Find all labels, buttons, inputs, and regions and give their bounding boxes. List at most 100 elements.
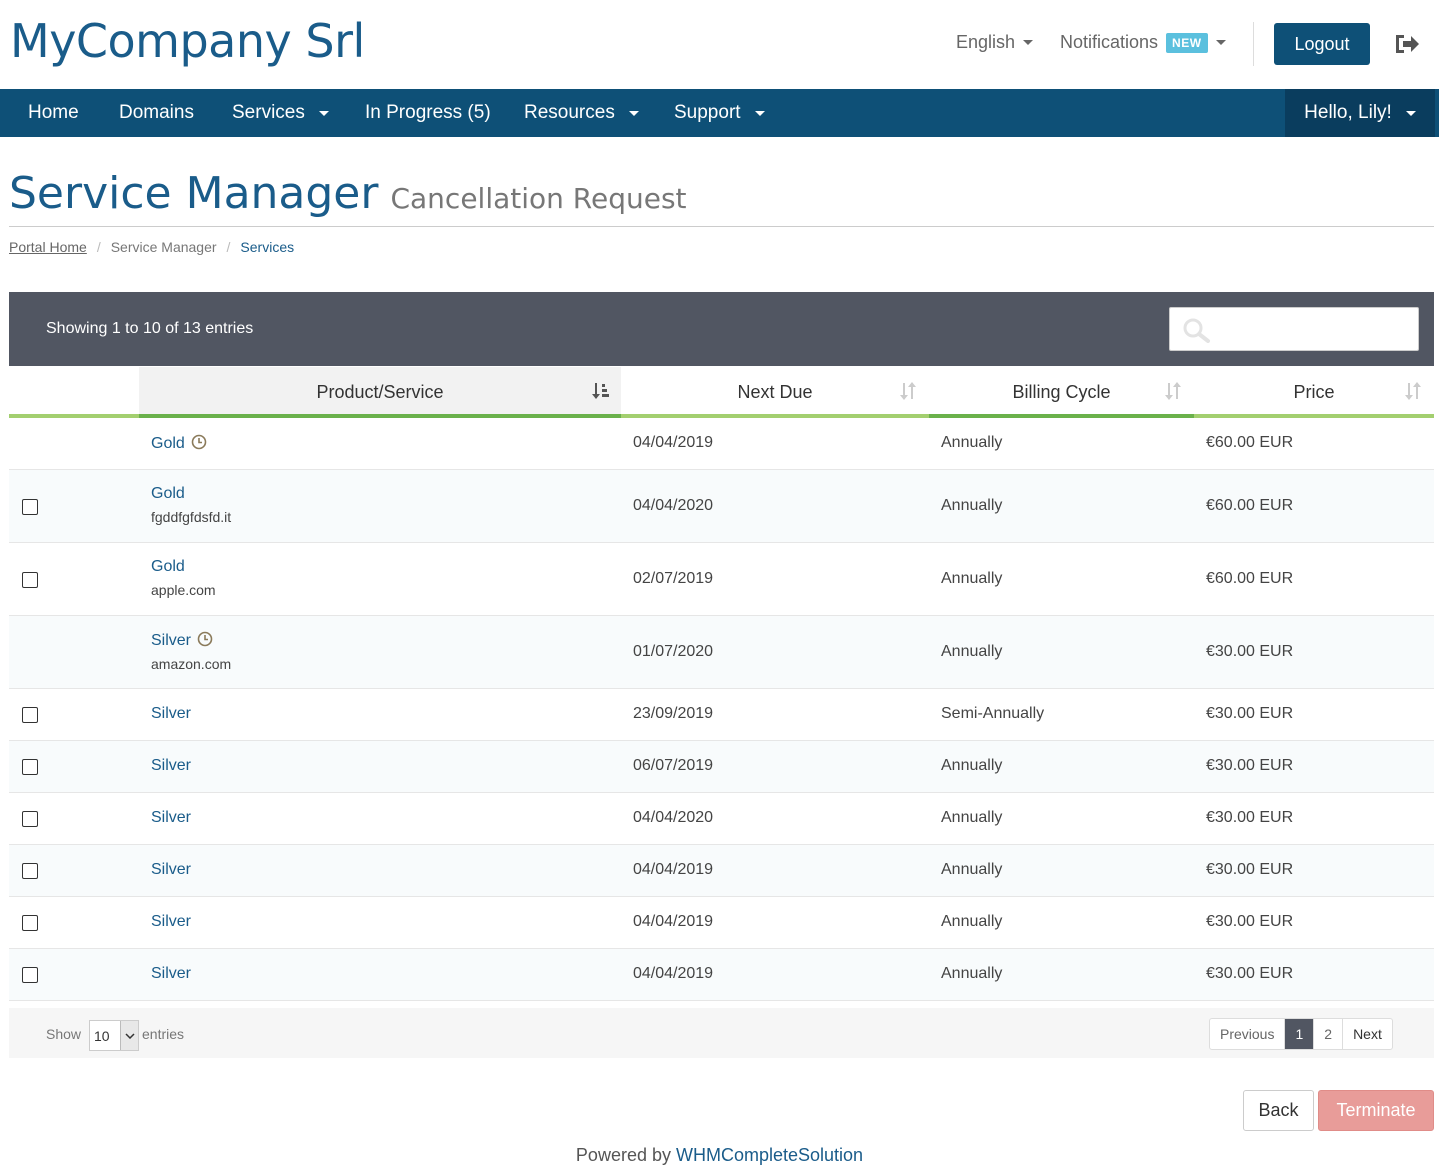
header-divider (1253, 22, 1254, 66)
nav-support[interactable]: Support (674, 89, 765, 137)
pagination-page-1[interactable]: 1 (1285, 1019, 1315, 1049)
user-menu[interactable]: Hello, Lily! (1285, 89, 1435, 137)
service-domain: fgddfgfdsfd.it (151, 509, 232, 525)
page-size-select[interactable]: 10 (89, 1020, 139, 1051)
nav-home[interactable]: Home (28, 89, 79, 137)
entries-label: entries (142, 1026, 185, 1042)
column-billing-cycle[interactable]: Billing Cycle (929, 367, 1194, 418)
breadcrumb-separator: / (96, 239, 101, 255)
nav-in-progress[interactable]: In Progress (5) (365, 89, 491, 137)
page-size-value: 10 (94, 1028, 110, 1044)
row-checkbox[interactable] (22, 811, 38, 827)
nav-resources[interactable]: Resources (524, 89, 639, 137)
product-cell: Silver (151, 861, 191, 879)
next-due-cell: 02/07/2019 (633, 569, 714, 587)
pagination-page-2[interactable]: 2 (1314, 1019, 1344, 1049)
product-cell: Silver (151, 705, 191, 723)
powered-by-link[interactable]: WHMCompleteSolution (676, 1145, 863, 1165)
product-link[interactable]: Gold (151, 558, 185, 575)
row-checkbox[interactable] (22, 967, 38, 983)
product-link[interactable]: Gold (151, 435, 185, 452)
product-cell: Gold apple.com (151, 558, 216, 598)
product-link[interactable]: Silver (151, 913, 191, 930)
breadcrumb-separator: / (226, 239, 231, 255)
pagination-previous[interactable]: Previous (1210, 1019, 1286, 1049)
user-greeting: Hello, Lily! (1304, 102, 1392, 123)
product-link[interactable]: Gold (151, 485, 185, 502)
column-select (9, 367, 139, 418)
terminate-button[interactable]: Terminate (1318, 1090, 1434, 1131)
sign-out-icon[interactable] (1393, 32, 1421, 56)
product-link[interactable]: Silver (151, 705, 191, 722)
column-product-service[interactable]: Product/Service (139, 367, 621, 418)
pagination: Previous 1 2 Next (1209, 1018, 1393, 1050)
table-row: Silver 23/09/2019 Semi-Annually €30.00 EUR (9, 689, 1434, 741)
product-link[interactable]: Silver (151, 757, 191, 774)
row-checkbox[interactable] (22, 707, 38, 723)
next-due-cell: 04/04/2019 (633, 861, 714, 878)
nav-resources-label: Resources (524, 102, 615, 123)
page-title-main: Service Manager (9, 168, 379, 219)
table-row: Gold 04/04/2019 Annually €60.00 EUR (9, 418, 1434, 470)
row-checkbox[interactable] (22, 863, 38, 879)
product-link[interactable]: Silver (151, 965, 191, 982)
price-cell: €30.00 EUR (1206, 705, 1294, 722)
product-cell: Silver (151, 965, 191, 983)
breadcrumb-service-manager: Service Manager (110, 239, 217, 255)
language-dropdown[interactable]: English (956, 32, 1034, 53)
back-button[interactable]: Back (1243, 1090, 1314, 1131)
row-checkbox[interactable] (22, 915, 38, 931)
product-cell: Silver (151, 757, 191, 775)
product-link[interactable]: Silver (151, 861, 191, 878)
row-checkbox[interactable] (22, 498, 38, 515)
nav-services[interactable]: Services (232, 89, 329, 137)
next-due-cell: 04/04/2020 (633, 496, 714, 514)
clock-icon (191, 434, 207, 450)
sort-icon (900, 382, 916, 400)
sort-icon (1405, 382, 1421, 400)
powered-by: Powered by WHMCompleteSolution (0, 1145, 1439, 1166)
table-row: Silver 04/04/2019 Annually €30.00 EUR (9, 897, 1434, 949)
title-divider (9, 226, 1434, 227)
page-subtitle: Cancellation Request (390, 182, 687, 215)
powered-by-label: Powered by (575, 1145, 671, 1165)
product-cell: Gold (151, 434, 207, 453)
price-cell: €60.00 EUR (1206, 569, 1294, 587)
table-row: Silver amazon.com 01/07/2020 Annually €30.00… (9, 616, 1434, 689)
table-footer: Show 10 entries Previous 1 2 Next (9, 1008, 1434, 1058)
product-link[interactable]: Silver (151, 632, 191, 649)
next-due-cell: 04/04/2019 (633, 434, 714, 451)
column-next-due[interactable]: Next Due (621, 367, 929, 418)
chevron-down-icon (628, 110, 639, 116)
notifications-label: Notifications (1060, 32, 1159, 52)
nav-domains[interactable]: Domains (119, 89, 194, 137)
table-row: Silver 04/04/2019 Annually €30.00 EUR (9, 845, 1434, 897)
service-domain: amazon.com (151, 656, 232, 672)
next-due-cell: 04/04/2020 (633, 809, 714, 826)
new-badge: NEW (1166, 32, 1208, 53)
notifications-dropdown[interactable]: Notifications NEW (1060, 32, 1226, 53)
logout-button[interactable]: Logout (1274, 23, 1370, 65)
product-link[interactable]: Silver (151, 809, 191, 826)
billing-cycle-cell: Annually (941, 809, 1003, 826)
company-logo[interactable]: MyCompany Srl (10, 14, 365, 68)
search-input[interactable] (1169, 307, 1419, 351)
billing-cycle-cell: Annually (941, 965, 1003, 982)
service-domain: apple.com (151, 582, 216, 598)
nav-support-label: Support (674, 102, 741, 123)
billing-cycle-cell: Annually (941, 569, 1003, 587)
pagination-next[interactable]: Next (1343, 1019, 1392, 1049)
page-title: Service Manager Cancellation Request (9, 168, 687, 219)
chevron-down-icon (1405, 110, 1416, 116)
breadcrumb-portal-home[interactable]: Portal Home (9, 239, 87, 255)
billing-cycle-cell: Annually (941, 434, 1003, 451)
chevron-down-icon (318, 110, 329, 116)
table-row: Silver 04/04/2019 Annually €30.00 EUR (9, 949, 1434, 1001)
table-row: Silver 04/04/2020 Annually €30.00 EUR (9, 793, 1434, 845)
entries-info: Showing 1 to 10 of 13 entries (46, 320, 254, 337)
price-cell: €30.00 EUR (1206, 913, 1294, 930)
row-checkbox[interactable] (22, 759, 38, 775)
column-price[interactable]: Price (1194, 367, 1434, 418)
row-checkbox[interactable] (22, 571, 38, 588)
show-label: Show (46, 1026, 82, 1042)
